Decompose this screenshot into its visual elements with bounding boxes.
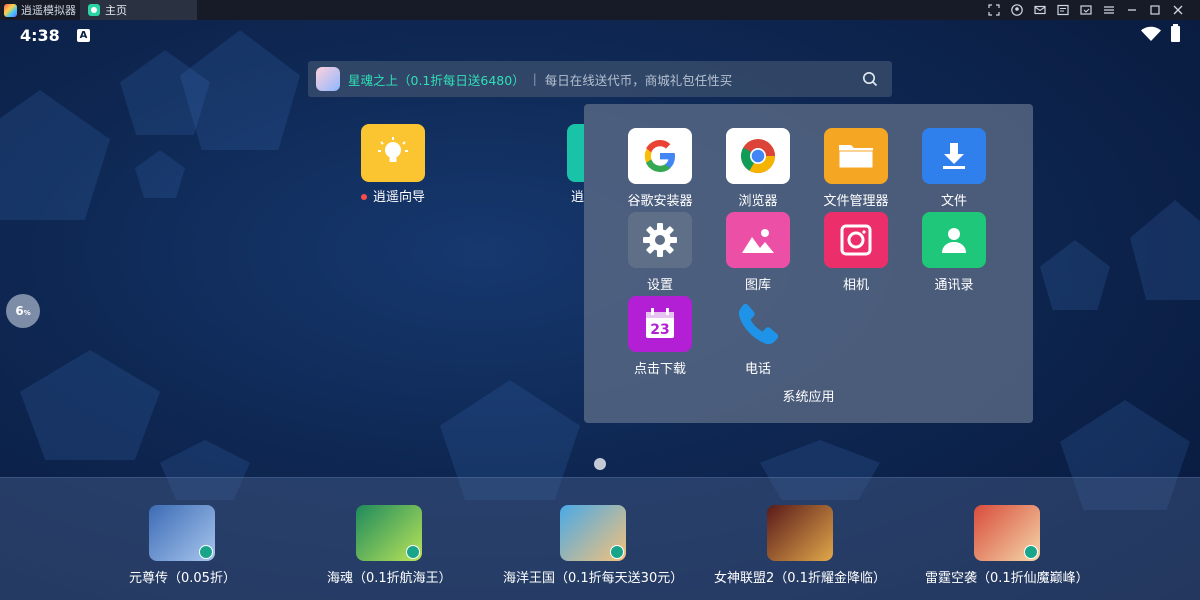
desktop-icon-label: 逍 (570, 190, 584, 205)
bg-shape (180, 30, 300, 150)
window-titlebar: 逍遥模拟器 主页 (0, 0, 1200, 20)
contacts-icon (922, 212, 986, 268)
game-icon (766, 505, 833, 561)
search-promo-text[interactable]: 星魂之上（0.1折每日送6480） (348, 70, 525, 89)
side-percent-unit: % (23, 309, 31, 317)
dock-game-label: 女神联盟2（0.1折耀金降临） (714, 571, 886, 586)
calendar-number: 23 (650, 322, 669, 338)
tab-home-label: 主页 (105, 4, 127, 17)
app-label: 浏览器 (738, 194, 778, 209)
dock-game-2[interactable]: 海魂（0.1折航海王） (327, 505, 452, 586)
app-label: 谷歌安装器 (627, 194, 693, 209)
promo-game-icon (316, 67, 340, 91)
dock-game-4[interactable]: 女神联盟2（0.1折耀金降临） (714, 505, 886, 586)
app-name: 逍遥模拟器 (21, 4, 76, 17)
desktop-icon-label: 逍遥向导 (372, 190, 425, 205)
dock-game-label: 雷霆空袭（0.1折仙魔巅峰） (925, 571, 1089, 586)
app-contacts[interactable]: 通讯录 (905, 212, 1003, 293)
app-logo-icon (4, 3, 17, 17)
system-apps-folder: 谷歌安装器 浏览器 文件管理器 文件 设置 图库 相机 通讯录 23 点击下载 … (584, 104, 1033, 423)
app-files[interactable]: 文件 (905, 128, 1003, 209)
calendar-icon: 23 (628, 296, 692, 352)
status-icons (1141, 24, 1180, 42)
dock-game-label: 元尊传（0.05折） (129, 571, 236, 586)
app-google-installer[interactable]: 谷歌安装器 (611, 128, 709, 209)
chrome-icon (726, 128, 790, 184)
app-browser[interactable]: 浏览器 (709, 128, 807, 209)
notification-icon: A (77, 29, 90, 42)
badge-icon (406, 545, 421, 559)
game-icon (356, 505, 423, 561)
gear-icon (628, 212, 692, 268)
close-icon[interactable] (1172, 4, 1184, 16)
bg-shape (20, 350, 160, 460)
menu-icon[interactable] (1103, 4, 1115, 16)
mail-icon[interactable] (1034, 4, 1046, 16)
page-indicator[interactable] (594, 458, 606, 470)
phone-icon (726, 296, 790, 352)
search-icon[interactable] (862, 71, 878, 87)
badge-icon (199, 545, 214, 559)
search-bar[interactable]: 星魂之上（0.1折每日送6480） | 每日在线送代币，商城礼包任性买 (308, 61, 892, 97)
download-icon (922, 128, 986, 184)
side-percent-widget[interactable]: 6% (6, 294, 40, 328)
app-title: 逍遥模拟器 (4, 0, 76, 20)
app-gallery[interactable]: 图库 (709, 212, 807, 293)
app-label: 点击下载 (633, 362, 686, 377)
window-controls (988, 0, 1184, 20)
folder-title: 系统应用 (782, 390, 835, 405)
app-click-download[interactable]: 23 点击下载 (611, 296, 709, 377)
badge-icon (610, 545, 625, 559)
camera-icon (824, 212, 888, 268)
side-percent-value: 6 (15, 304, 24, 318)
bg-shape (1130, 200, 1200, 300)
screenshot-icon[interactable] (988, 4, 1000, 16)
game-icon (973, 505, 1040, 561)
minimize-icon[interactable] (1126, 4, 1138, 16)
new-badge (360, 194, 367, 200)
status-time: 4:38 (20, 26, 60, 45)
bg-shape (0, 90, 110, 220)
home-tab-icon (88, 4, 100, 16)
dock-game-label: 海洋王国（0.1折每天送30元） (503, 571, 684, 586)
app-label: 图库 (744, 278, 771, 293)
android-desktop: 4:38 A 星魂之上（0.1折每日送6480） | 每日在线送代币，商城礼包任… (0, 20, 1200, 600)
app-label: 电话 (744, 362, 771, 377)
badge-icon (1023, 545, 1038, 559)
app-label: 文件 (940, 194, 967, 209)
bg-shape (135, 150, 185, 198)
desktop-icon-partial[interactable]: 逍 (554, 124, 584, 205)
settings-window-icon[interactable] (1057, 4, 1069, 16)
app-icon (567, 124, 584, 182)
wifi-icon (1141, 26, 1161, 41)
app-label: 文件管理器 (823, 194, 889, 209)
account-icon[interactable] (1011, 4, 1023, 16)
dock-game-5[interactable]: 雷霆空袭（0.1折仙魔巅峰） (925, 505, 1089, 586)
maximize-icon[interactable] (1149, 4, 1161, 16)
lightbulb-icon (361, 124, 425, 182)
game-icon (560, 505, 627, 561)
dock-game-label: 海魂（0.1折航海王） (327, 571, 452, 586)
app-camera[interactable]: 相机 (807, 212, 905, 293)
gallery-icon (726, 212, 790, 268)
app-label: 设置 (646, 278, 673, 293)
game-icon (149, 505, 216, 561)
dock: 元尊传（0.05折） 海魂（0.1折航海王） 海洋王国（0.1折每天送30元） … (0, 477, 1200, 600)
search-hint-text: 每日在线送代币，商城礼包任性买 (544, 72, 733, 88)
app-file-manager[interactable]: 文件管理器 (807, 128, 905, 209)
desktop-icon-guide[interactable]: 逍遥向导 (343, 124, 443, 205)
tab-home[interactable]: 主页 (80, 0, 197, 20)
dock-game-3[interactable]: 海洋王国（0.1折每天送30元） (503, 505, 683, 586)
app-settings[interactable]: 设置 (611, 212, 709, 293)
dock-game-1[interactable]: 元尊传（0.05折） (129, 505, 236, 586)
app-label: 通讯录 (934, 278, 974, 293)
app-phone[interactable]: 电话 (709, 296, 807, 377)
app-label: 相机 (842, 278, 869, 293)
battery-icon (1171, 24, 1180, 42)
google-icon (628, 128, 692, 184)
restore-small-icon[interactable] (1080, 4, 1092, 16)
bg-shape (1040, 240, 1110, 310)
folder-icon (824, 128, 888, 184)
search-separator: | (532, 72, 537, 86)
